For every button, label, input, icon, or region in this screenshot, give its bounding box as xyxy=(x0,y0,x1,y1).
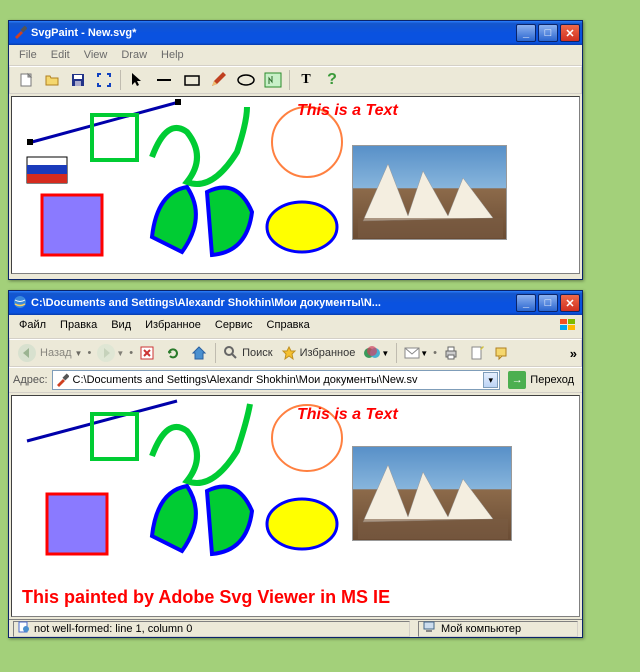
help-icon[interactable]: ? xyxy=(320,69,344,91)
ie-title: C:\Documents and Settings\Alexandr Shokh… xyxy=(31,297,516,309)
rect-icon[interactable] xyxy=(179,69,205,91)
line-icon[interactable] xyxy=(151,69,177,91)
edit-icon[interactable] xyxy=(465,342,489,364)
refresh-icon[interactable] xyxy=(161,342,185,364)
menu-help[interactable]: Справка xyxy=(261,317,316,336)
ie-statusbar: not well-formed: line 1, column 0 Мой ко… xyxy=(9,619,582,637)
separator xyxy=(396,343,397,363)
close-button[interactable]: ✕ xyxy=(560,24,580,42)
address-bar: Адрес: ▾ → Переход xyxy=(9,367,582,393)
minimize-button[interactable]: _ xyxy=(516,294,536,312)
media-icon[interactable]: ▼ xyxy=(360,342,392,364)
status-zone: Мой компьютер xyxy=(418,621,578,637)
menu-favorites[interactable]: Избранное xyxy=(139,317,207,336)
menu-view[interactable]: Вид xyxy=(105,317,137,336)
svgpaint-titlebar[interactable]: SvgPaint - New.svg* _ □ ✕ xyxy=(9,21,582,45)
flag-icon xyxy=(27,157,67,183)
ie-window: C:\Documents and Settings\Alexandr Shokh… xyxy=(8,290,583,638)
go-arrow-icon: → xyxy=(508,371,526,389)
ie-menubar: Файл Правка Вид Избранное Сервис Справка xyxy=(9,315,582,339)
address-input[interactable] xyxy=(52,370,501,390)
open-folder-icon[interactable] xyxy=(40,69,64,91)
ellipse-icon[interactable] xyxy=(233,69,259,91)
forward-button[interactable]: ▼ xyxy=(93,342,127,364)
menu-view[interactable]: View xyxy=(78,47,114,63)
menu-edit[interactable]: Правка xyxy=(54,317,103,336)
favorites-button[interactable]: Избранное xyxy=(278,342,359,364)
back-button[interactable]: Назад ▼ xyxy=(14,342,85,364)
ie-viewport[interactable]: This is a Text This painted by Adobe Svg… xyxy=(11,395,580,617)
go-button[interactable]: → Переход xyxy=(504,370,578,390)
menu-help[interactable]: Help xyxy=(155,47,190,63)
status-message: not well-formed: line 1, column 0 xyxy=(13,621,410,637)
pencil-icon[interactable] xyxy=(207,69,231,91)
brush-icon xyxy=(55,373,69,390)
print-icon[interactable] xyxy=(439,342,463,364)
windows-flag-icon xyxy=(558,317,578,336)
svgpaint-toolbar: T ? xyxy=(9,66,582,94)
mail-icon[interactable]: ▼ xyxy=(401,342,431,364)
embedded-image xyxy=(352,145,507,240)
minimize-button[interactable]: _ xyxy=(516,24,536,42)
menu-file[interactable]: File xyxy=(13,47,43,63)
new-file-icon[interactable] xyxy=(14,69,38,91)
ie-icon xyxy=(13,295,27,312)
address-label: Адрес: xyxy=(13,374,48,386)
ie-titlebar[interactable]: C:\Documents and Settings\Alexandr Shokh… xyxy=(9,291,582,315)
chevron-icon[interactable]: » xyxy=(570,346,577,361)
maximize-button[interactable]: □ xyxy=(538,24,558,42)
home-icon[interactable] xyxy=(187,342,211,364)
embedded-image xyxy=(352,446,512,541)
pointer-icon[interactable] xyxy=(125,69,149,91)
svg-text: This is a Text xyxy=(297,406,398,424)
stop-icon[interactable] xyxy=(135,342,159,364)
search-button[interactable]: Поиск xyxy=(220,342,275,364)
canvas-text: This is a Text xyxy=(297,102,398,120)
page-icon xyxy=(18,621,30,636)
image-icon[interactable] xyxy=(261,69,285,91)
svgpaint-menubar: File Edit View Draw Help xyxy=(9,45,582,66)
menu-file[interactable]: Файл xyxy=(13,317,52,336)
fullscreen-icon[interactable] xyxy=(92,69,116,91)
menu-draw[interactable]: Draw xyxy=(115,47,153,63)
ie-toolbar: Назад ▼ • ▼ • Поиск Избранное ▼ ▼ • » xyxy=(9,339,582,367)
brush-icon xyxy=(13,25,27,42)
computer-icon xyxy=(423,621,437,636)
text-icon[interactable]: T xyxy=(294,69,318,91)
maximize-button[interactable]: □ xyxy=(538,294,558,312)
window-controls: _ □ ✕ xyxy=(516,24,580,42)
close-button[interactable]: ✕ xyxy=(560,294,580,312)
discuss-icon[interactable] xyxy=(491,342,515,364)
menu-tools[interactable]: Сервис xyxy=(209,317,259,336)
dropdown-icon[interactable]: ▾ xyxy=(483,372,498,388)
menu-edit[interactable]: Edit xyxy=(45,47,76,63)
separator xyxy=(215,343,216,363)
svgpaint-title: SvgPaint - New.svg* xyxy=(31,27,516,39)
viewer-caption: This painted by Adobe Svg Viewer in MS I… xyxy=(22,587,390,608)
separator xyxy=(289,70,290,90)
svgpaint-window: SvgPaint - New.svg* _ □ ✕ File Edit View… xyxy=(8,20,583,280)
separator xyxy=(120,70,121,90)
window-controls: _ □ ✕ xyxy=(516,294,580,312)
save-icon[interactable] xyxy=(66,69,90,91)
svgpaint-canvas[interactable]: This is a Text xyxy=(11,96,580,274)
